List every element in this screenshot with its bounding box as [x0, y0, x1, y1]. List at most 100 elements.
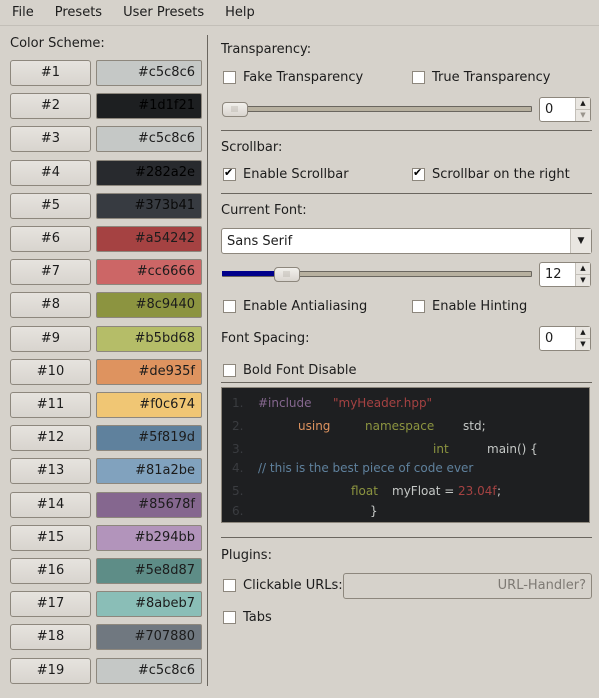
chevron-down-icon[interactable]: ▼ — [570, 229, 591, 253]
line-number: 3. — [232, 442, 244, 456]
color-slot-button[interactable]: #1 — [10, 60, 91, 86]
color-slot-button[interactable]: #7 — [10, 259, 91, 286]
spinbox-value[interactable]: 12 — [545, 267, 562, 282]
menu-presets[interactable]: Presets — [43, 0, 111, 25]
menu-file[interactable]: File — [0, 0, 43, 25]
font-spacing-spinbox[interactable]: 0 ▲ ▼ — [539, 326, 591, 351]
color-swatch[interactable]: #8abeb7 — [96, 591, 202, 618]
color-scheme-row: #19 #c5c8c6 — [10, 657, 202, 684]
color-swatch[interactable]: #8c9440 — [96, 292, 202, 319]
transparency-slider-track[interactable] — [222, 106, 532, 112]
color-swatch[interactable]: #5f819d — [96, 425, 202, 452]
spin-down-icon[interactable]: ▼ — [576, 110, 590, 121]
menu-help[interactable]: Help — [213, 0, 264, 25]
checkbox-box[interactable] — [412, 300, 425, 313]
true-transparency-checkbox[interactable]: True Transparency — [410, 70, 550, 85]
transparency-spinbox[interactable]: 0 ▲ ▼ — [539, 97, 591, 122]
color-slot-button[interactable]: #8 — [10, 292, 91, 319]
color-swatch[interactable]: #a54242 — [96, 226, 202, 252]
color-slot-button[interactable]: #3 — [10, 126, 91, 153]
spin-up-icon[interactable]: ▲ — [576, 327, 590, 339]
color-swatch[interactable]: #1d1f21 — [96, 93, 202, 120]
line-number: 1. — [232, 396, 244, 410]
code-token: ; — [497, 484, 502, 498]
code-token: std; — [463, 419, 486, 433]
hinting-checkbox[interactable]: Enable Hinting — [410, 299, 527, 314]
color-slot-button[interactable]: #19 — [10, 657, 91, 684]
scrollbar-right-checkbox[interactable]: Scrollbar on the right — [410, 166, 570, 182]
color-swatch[interactable]: #de935f — [96, 358, 202, 385]
color-slot-button[interactable]: #12 — [10, 425, 91, 452]
color-swatch[interactable]: #c5c8c6 — [96, 126, 202, 153]
bold-font-disable-checkbox[interactable]: Bold Font Disable — [221, 363, 357, 378]
spin-down-icon[interactable]: ▼ — [576, 275, 590, 286]
checkbox-box[interactable] — [223, 71, 236, 84]
enable-scrollbar-checkbox[interactable]: Enable Scrollbar — [221, 166, 349, 182]
color-slot-button[interactable]: #14 — [10, 491, 91, 518]
color-swatch[interactable]: #282a2e — [96, 159, 202, 186]
tabs-checkbox[interactable]: Tabs — [221, 610, 272, 625]
color-slot-button[interactable]: #16 — [10, 558, 91, 584]
checkbox-box[interactable] — [412, 166, 425, 181]
color-slot-button[interactable]: #6 — [10, 226, 91, 252]
color-swatch[interactable]: #81a2be — [96, 458, 202, 485]
color-swatch[interactable]: #b294bb — [96, 524, 202, 551]
color-slot-button[interactable]: #15 — [10, 524, 91, 551]
vertical-divider — [207, 35, 208, 686]
antialiasing-checkbox[interactable]: Enable Antialiasing — [221, 299, 367, 314]
line-number: 4. — [232, 461, 244, 475]
code-token: #include — [258, 396, 312, 410]
url-handler-input[interactable]: URL-Handler? — [343, 573, 592, 599]
checkbox-box[interactable] — [223, 364, 236, 377]
checkbox-box[interactable] — [223, 166, 236, 181]
color-swatch[interactable]: #b5bd68 — [96, 325, 202, 352]
font-size-spinbox[interactable]: 12 ▲ ▼ — [539, 262, 591, 287]
checkbox-box[interactable] — [223, 300, 236, 313]
color-swatch[interactable]: #c5c8c6 — [96, 657, 202, 684]
checkbox-box[interactable] — [223, 611, 236, 624]
transparency-slider-handle[interactable] — [222, 102, 248, 117]
font-family-combobox[interactable]: Sans Serif ▼ — [221, 228, 592, 254]
spinbox-value[interactable]: 0 — [545, 331, 553, 346]
color-slot-button[interactable]: #9 — [10, 325, 91, 352]
checkbox-box[interactable] — [223, 579, 236, 592]
color-scheme-row: #8 #8c9440 — [10, 292, 202, 319]
fake-transparency-checkbox[interactable]: Fake Transparency — [221, 70, 363, 85]
checkbox-box[interactable] — [412, 71, 425, 84]
spinbox-value[interactable]: 0 — [545, 102, 553, 117]
color-slot-button[interactable]: #13 — [10, 458, 91, 485]
color-scheme-title: Color Scheme: — [10, 36, 105, 51]
checkbox-label: Scrollbar on the right — [432, 167, 570, 182]
color-swatch[interactable]: #373b41 — [96, 192, 202, 219]
menu-user-presets[interactable]: User Presets — [111, 0, 213, 25]
color-swatch[interactable]: #85678f — [96, 491, 202, 518]
line-number: 5. — [232, 484, 244, 498]
spin-up-icon[interactable]: ▲ — [576, 263, 590, 275]
color-slot-button[interactable]: #4 — [10, 159, 91, 186]
separator — [221, 537, 592, 538]
font-size-slider-handle[interactable] — [274, 267, 301, 282]
color-scheme-row: #14 #85678f — [10, 491, 202, 518]
color-swatch[interactable]: #f0c674 — [96, 392, 202, 418]
code-token: main() { — [487, 442, 538, 456]
scrollbar-title: Scrollbar: — [221, 140, 283, 155]
menu-bar: File Presets User Presets Help — [0, 0, 599, 26]
color-slot-button[interactable]: #17 — [10, 591, 91, 618]
font-spacing-label: Font Spacing: — [221, 331, 310, 346]
clickable-urls-checkbox[interactable]: Clickable URLs: — [221, 578, 343, 593]
color-slot-button[interactable]: #11 — [10, 392, 91, 418]
color-slot-button[interactable]: #18 — [10, 624, 91, 651]
color-scheme-row: #3 #c5c8c6 — [10, 126, 202, 153]
color-swatch[interactable]: #c5c8c6 — [96, 60, 202, 86]
color-slot-button[interactable]: #10 — [10, 358, 91, 385]
code-token: "myHeader.hpp" — [333, 396, 433, 410]
color-slot-button[interactable]: #2 — [10, 93, 91, 120]
code-token: 23.04f — [458, 484, 497, 498]
color-swatch[interactable]: #707880 — [96, 624, 202, 651]
color-slot-button[interactable]: #5 — [10, 192, 91, 219]
spin-down-icon[interactable]: ▼ — [576, 339, 590, 350]
color-swatch[interactable]: #5e8d87 — [96, 558, 202, 584]
color-swatch[interactable]: #cc6666 — [96, 259, 202, 286]
spin-up-icon[interactable]: ▲ — [576, 98, 590, 110]
combobox-value: Sans Serif — [227, 234, 293, 249]
